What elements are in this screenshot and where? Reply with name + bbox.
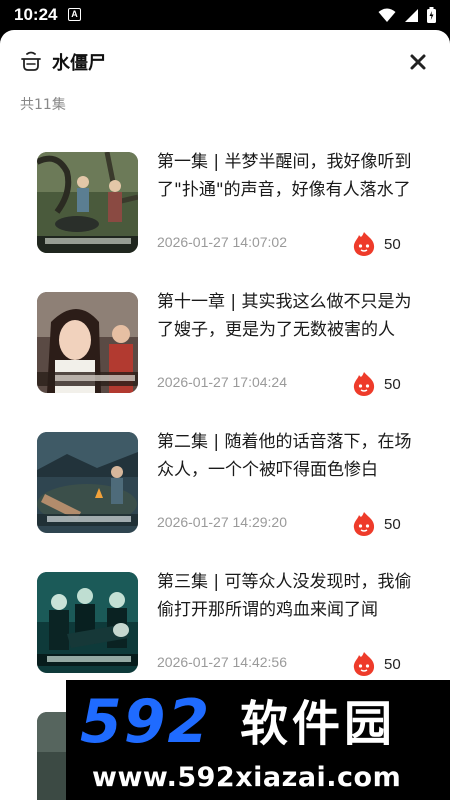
heat-badge: 50 — [352, 651, 401, 677]
status-bar: 10:24 A — [0, 0, 450, 30]
pot-icon — [21, 51, 41, 71]
episode-thumbnail — [37, 432, 138, 533]
episode-item[interactable]: 第一集 | 半梦半醒间，我好像听到了"扑通"的声音，好像有人落水了 2026-0… — [0, 152, 450, 272]
status-time: 10:24 — [14, 5, 58, 24]
close-button[interactable] — [404, 48, 432, 76]
episode-date: 2026-01-27 14:42:56 — [157, 654, 287, 670]
flame-icon — [353, 372, 375, 396]
heat-count: 50 — [384, 655, 401, 673]
episode-item[interactable]: 第三集 | 可等众人没发现时，我偷偷打开那所谓的鸡血来闻了闻 2026-01-2… — [0, 572, 450, 692]
svg-text:592: 592 — [80, 690, 211, 752]
episode-item[interactable]: 第十一章 | 其实我这么做不只是为了嫂子，更是为了无数被害的人 2026-01-… — [0, 292, 450, 412]
svg-text:软件园: 软件园 — [240, 696, 396, 752]
watermark-logo: 592 软件园 — [80, 690, 396, 752]
notification-icon: A — [68, 8, 81, 21]
episode-thumbnail — [37, 152, 138, 253]
episode-title: 第一集 | 半梦半醒间，我好像听到了"扑通"的声音，好像有人落水了 — [157, 152, 412, 200]
episode-date: 2026-01-27 14:07:02 — [157, 234, 287, 250]
battery-icon — [427, 7, 436, 23]
flame-icon — [353, 652, 375, 676]
episode-item[interactable]: 第二集 | 随着他的话音落下，在场众人，一个个被吓得面色惨白 2026-01-2… — [0, 432, 450, 552]
drama-title: 水僵尸 — [52, 53, 106, 74]
episode-title: 第二集 | 随着他的话音落下，在场众人，一个个被吓得面色惨白 — [157, 432, 412, 480]
heat-count: 50 — [384, 235, 401, 253]
heat-badge: 50 — [352, 231, 401, 257]
heat-badge: 50 — [352, 511, 401, 537]
episode-count: 共11集 — [20, 97, 66, 113]
flame-icon — [353, 512, 375, 536]
heat-count: 50 — [384, 375, 401, 393]
flame-icon — [353, 232, 375, 256]
close-icon — [410, 54, 426, 70]
episode-thumbnail — [37, 292, 138, 393]
watermark-banner: 592 软件园 www.592xiazai.com — [66, 680, 450, 800]
status-icons — [378, 7, 436, 23]
episode-date: 2026-01-27 17:04:24 — [157, 374, 287, 390]
wifi-icon — [378, 8, 396, 22]
episode-title: 第十一章 | 其实我这么做不只是为了嫂子，更是为了无数被害的人 — [157, 292, 412, 340]
signal-icon — [405, 8, 418, 22]
heat-count: 50 — [384, 515, 401, 533]
sheet-header: 水僵尸 — [0, 30, 450, 90]
watermark-url: www.592xiazai.com — [92, 762, 402, 793]
episode-thumbnail — [37, 572, 138, 673]
episode-title: 第三集 | 可等众人没发现时，我偷偷打开那所谓的鸡血来闻了闻 — [157, 572, 412, 620]
episode-date: 2026-01-27 14:29:20 — [157, 514, 287, 530]
heat-badge: 50 — [352, 371, 401, 397]
